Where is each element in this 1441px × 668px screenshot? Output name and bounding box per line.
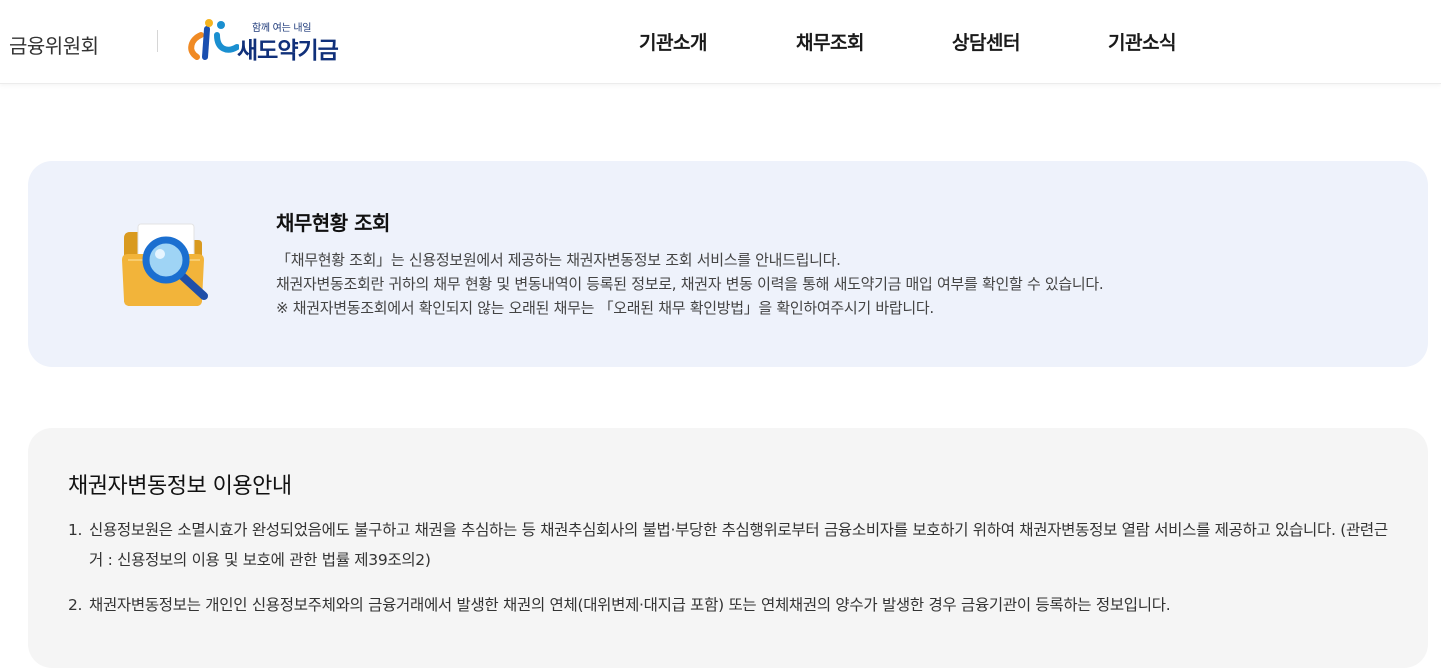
folder-search-icon	[122, 223, 208, 306]
nav-item-about[interactable]: 기관소개	[639, 28, 707, 55]
guide-item-number: 2.	[68, 596, 83, 614]
guide-list-item: 2. 채권자변동정보는 개인인 신용정보주체와의 금융거래에서 발생한 채권의 …	[68, 590, 1388, 620]
intro-panel: 채무현황 조회 「채무현황 조회」는 신용정보원에서 제공하는 채권자변동정보 …	[28, 161, 1428, 367]
guide-item-number: 1.	[68, 521, 83, 539]
logo-mark-icon	[188, 19, 239, 60]
logo-name: 새도약기금	[237, 38, 339, 64]
guide-list-item: 1. 신용정보원은 소멸시효가 완성되었음에도 불구하고 채권을 추심하는 등 …	[68, 515, 1388, 575]
intro-title: 채무현황 조회	[276, 211, 390, 235]
nav-item-counseling[interactable]: 상담센터	[952, 28, 1020, 55]
intro-description: 「채무현황 조회」는 신용정보원에서 제공하는 채권자변동정보 조회 서비스를 …	[276, 251, 841, 269]
usage-guide-panel: 채권자변동정보 이용안내 1. 신용정보원은 소멸시효가 완성되었음에도 불구하…	[28, 428, 1428, 668]
header-divider	[157, 30, 158, 52]
site-header: 금융위원회 함께 여는 내일 새도약기금 기관소개 채무조회 상담센터 기관소식	[0, 0, 1441, 84]
logo[interactable]: 함께 여는 내일 새도약기금	[183, 17, 383, 65]
nav-item-debt-inquiry[interactable]: 채무조회	[796, 28, 864, 55]
guide-title: 채권자변동정보 이용안내	[68, 474, 292, 499]
intro-notice: ※ 채권자변동조회에서 확인되지 않는 오래된 채무는 「오래된 채무 확인방법…	[276, 299, 934, 317]
fsc-link[interactable]: 금융위원회	[9, 30, 99, 59]
guide-item-text: 채권자변동정보는 개인인 신용정보주체와의 금융거래에서 발생한 채권의 연체(…	[89, 596, 1171, 614]
guide-item-text: 신용정보원은 소멸시효가 완성되었음에도 불구하고 채권을 추심하는 등 채권추…	[89, 521, 1388, 569]
nav-item-news[interactable]: 기관소식	[1108, 28, 1176, 55]
intro-description: 채권자변동조회란 귀하의 채무 현황 및 변동내역이 등록된 정보로, 채권자 …	[276, 275, 1104, 293]
